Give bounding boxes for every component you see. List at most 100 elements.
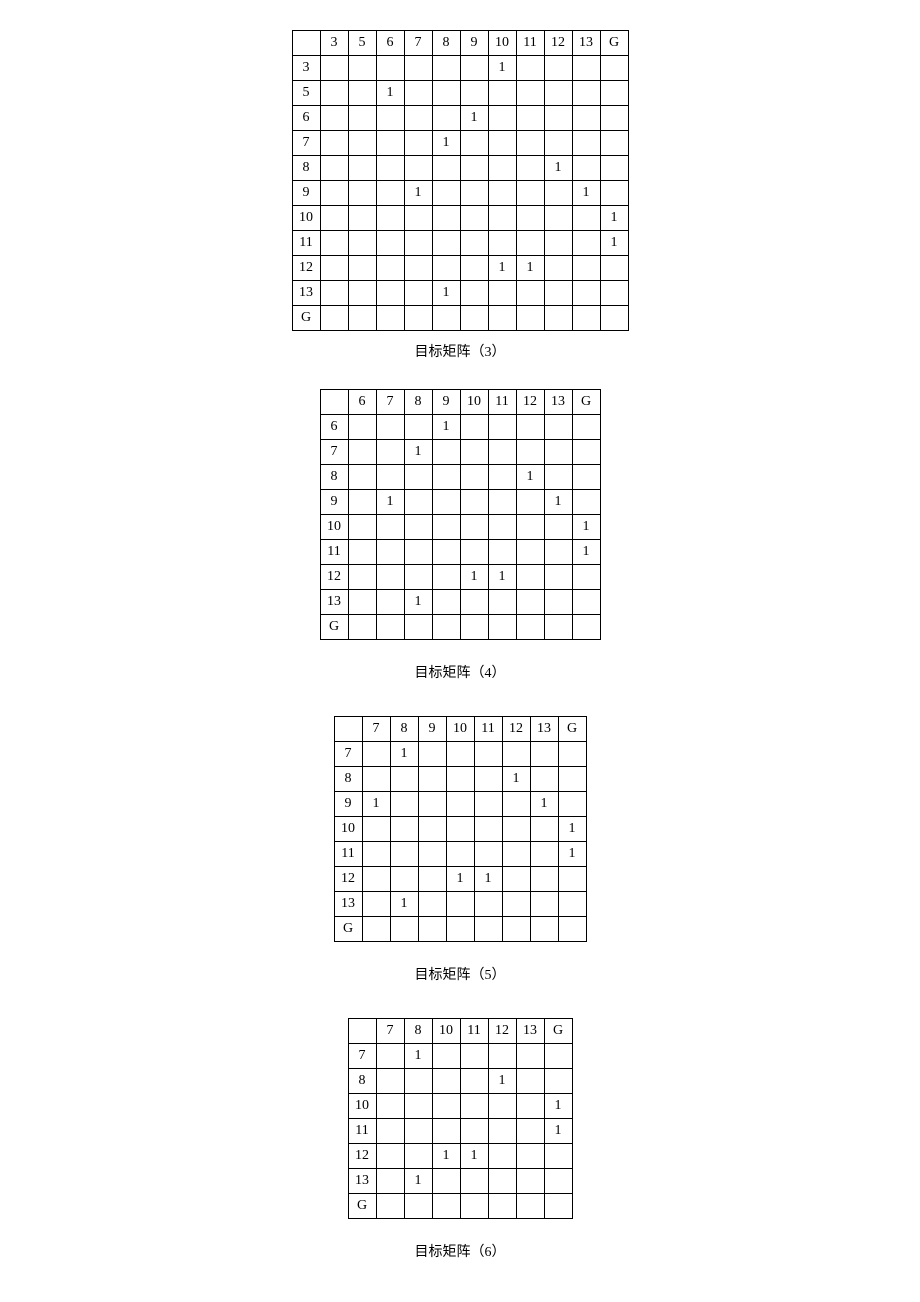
matrix-cell: 1 xyxy=(432,1144,460,1169)
matrix-cell: 1 xyxy=(376,81,404,106)
matrix-cell xyxy=(404,1144,432,1169)
matrix-cell xyxy=(488,81,516,106)
matrix-row: 131 xyxy=(348,1169,572,1194)
matrix-cell xyxy=(558,742,586,767)
matrix-cell xyxy=(544,1069,572,1094)
matrix-cell xyxy=(488,1119,516,1144)
matrix-table-4: 678910111213G6171819111011111211131G xyxy=(320,389,601,640)
matrix-cell xyxy=(362,892,390,917)
matrix-row-header: 6 xyxy=(320,415,348,440)
matrix-cell xyxy=(516,490,544,515)
matrix-cell xyxy=(544,56,572,81)
matrix-cell xyxy=(376,181,404,206)
matrix-cell xyxy=(516,515,544,540)
matrix-cell xyxy=(544,1044,572,1069)
matrix-cell xyxy=(516,106,544,131)
matrix-row-header: 8 xyxy=(348,1069,376,1094)
matrix-cell xyxy=(376,1119,404,1144)
matrix-cell: 1 xyxy=(390,742,418,767)
matrix-cell xyxy=(488,1044,516,1069)
matrix-cell xyxy=(600,56,628,81)
matrix-row: 131 xyxy=(292,281,628,306)
matrix-cell xyxy=(516,590,544,615)
matrix-cell xyxy=(530,842,558,867)
matrix-row: 71 xyxy=(320,440,600,465)
matrix-cell xyxy=(404,231,432,256)
matrix-cell xyxy=(544,615,572,640)
matrix-block-4: 678910111213G6171819111011111211131G 目标矩… xyxy=(0,389,920,688)
matrix-cell xyxy=(488,465,516,490)
matrix-cell xyxy=(572,615,600,640)
matrix-block-3: 35678910111213G3151617181911101111121113… xyxy=(0,30,920,361)
matrix-cell xyxy=(348,156,376,181)
matrix-header-row: 35678910111213G xyxy=(292,31,628,56)
matrix-caption-6: 目标矩阵（6） xyxy=(415,1241,506,1261)
matrix-cell xyxy=(572,306,600,331)
matrix-row: 51 xyxy=(292,81,628,106)
matrix-cell xyxy=(418,842,446,867)
matrix-corner-cell xyxy=(334,717,362,742)
matrix-cell xyxy=(376,106,404,131)
matrix-cell xyxy=(530,892,558,917)
matrix-cell xyxy=(502,742,530,767)
matrix-cell xyxy=(544,106,572,131)
matrix-cell xyxy=(404,106,432,131)
matrix-cell: 1 xyxy=(558,842,586,867)
matrix-cell xyxy=(530,767,558,792)
matrix-corner-cell xyxy=(292,31,320,56)
matrix-cell xyxy=(600,156,628,181)
matrix-cell xyxy=(404,156,432,181)
matrix-cell: 1 xyxy=(516,465,544,490)
matrix-cell xyxy=(432,490,460,515)
matrix-cell xyxy=(544,1144,572,1169)
matrix-row: 61 xyxy=(320,415,600,440)
matrix-row: 81 xyxy=(320,465,600,490)
matrix-cell xyxy=(362,867,390,892)
matrix-cell: 1 xyxy=(544,490,572,515)
matrix-cell xyxy=(432,206,460,231)
matrix-row-header: 7 xyxy=(334,742,362,767)
matrix-col-header: 8 xyxy=(404,390,432,415)
matrix-cell: 1 xyxy=(376,490,404,515)
matrix-cell xyxy=(460,1194,488,1219)
matrix-table-3: 35678910111213G3151617181911101111121113… xyxy=(292,30,629,331)
matrix-cell xyxy=(572,465,600,490)
matrix-cell xyxy=(572,590,600,615)
matrix-cell xyxy=(390,817,418,842)
matrix-cell xyxy=(600,281,628,306)
matrix-col-header: 9 xyxy=(432,390,460,415)
matrix-cell xyxy=(320,106,348,131)
matrix-cell xyxy=(404,1119,432,1144)
matrix-cell xyxy=(446,892,474,917)
matrix-cell xyxy=(404,206,432,231)
matrix-cell xyxy=(516,306,544,331)
matrix-cell xyxy=(460,540,488,565)
matrix-row-header: 7 xyxy=(348,1044,376,1069)
matrix-cell xyxy=(390,767,418,792)
matrix-row-header: 6 xyxy=(292,106,320,131)
matrix-row: 111 xyxy=(334,842,586,867)
matrix-row: 81 xyxy=(334,767,586,792)
matrix-cell xyxy=(544,231,572,256)
matrix-cell xyxy=(418,917,446,942)
matrix-corner-cell xyxy=(320,390,348,415)
matrix-cell xyxy=(376,540,404,565)
matrix-cell xyxy=(376,1044,404,1069)
matrix-cell xyxy=(488,1144,516,1169)
matrix-cell xyxy=(474,842,502,867)
matrix-cell xyxy=(404,81,432,106)
matrix-cell xyxy=(502,867,530,892)
matrix-cell xyxy=(488,615,516,640)
matrix-cell xyxy=(460,1044,488,1069)
matrix-cell: 1 xyxy=(404,1044,432,1069)
matrix-cell: 1 xyxy=(544,156,572,181)
matrix-cell xyxy=(516,1144,544,1169)
matrix-cell xyxy=(530,867,558,892)
matrix-block-5: 78910111213G71819111011111211131G 目标矩阵（5… xyxy=(0,716,920,990)
matrix-cell xyxy=(460,156,488,181)
matrix-row-header: 12 xyxy=(334,867,362,892)
matrix-cell xyxy=(600,81,628,106)
matrix-cell xyxy=(460,615,488,640)
matrix-row: 81 xyxy=(348,1069,572,1094)
matrix-corner-cell xyxy=(348,1019,376,1044)
